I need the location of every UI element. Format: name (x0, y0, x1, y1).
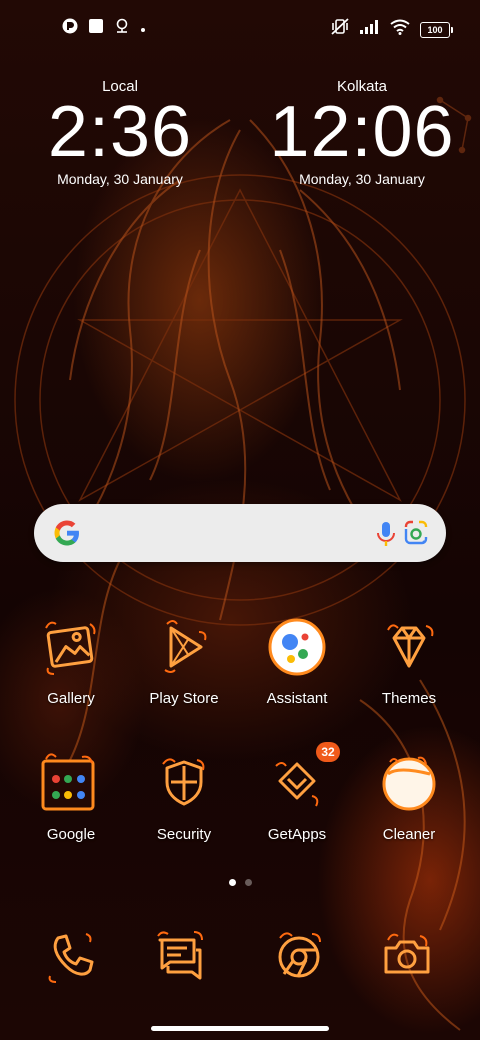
app-label: Cleaner (382, 826, 436, 843)
google-logo-icon (52, 518, 82, 553)
dock-phone[interactable] (40, 926, 102, 988)
home-gesture-bar[interactable] (151, 1026, 329, 1031)
signal-icon (360, 20, 380, 39)
square-notification-icon (88, 18, 104, 39)
wifi-icon (390, 19, 410, 40)
security-shield-icon (153, 752, 215, 814)
app-getapps[interactable]: 32 GetApps (242, 742, 352, 843)
clock-date: Monday, 30 January (299, 171, 425, 187)
lens-camera-icon[interactable] (402, 520, 430, 551)
app-security[interactable]: Security (129, 752, 239, 843)
app-notification-icon (62, 18, 78, 39)
app-label: Themes (381, 690, 437, 707)
app-label: Google (46, 826, 96, 843)
google-folder-icon (40, 752, 102, 814)
app-label: Play Store (149, 690, 219, 707)
dock-camera[interactable] (376, 926, 438, 988)
app-play-store[interactable]: Play Store (129, 616, 239, 707)
page-dot-1[interactable] (228, 879, 236, 886)
google-search-bar[interactable] (34, 504, 446, 562)
app-label: Security (156, 826, 212, 843)
dock-messages[interactable] (150, 926, 212, 988)
app-label: Assistant (266, 690, 328, 707)
phone-icon (40, 933, 102, 992)
battery-icon: 100 (420, 21, 453, 38)
app-label: GetApps (267, 826, 327, 843)
dot-icon (140, 20, 146, 38)
location-icon (114, 18, 130, 39)
clock-time: 2:36 (47, 92, 193, 172)
app-label: Gallery (47, 690, 95, 707)
themes-diamond-icon (378, 616, 440, 678)
dock-chrome[interactable] (268, 926, 330, 988)
getapps-icon: 32 (266, 742, 340, 814)
assistant-icon (266, 616, 328, 678)
chrome-icon (268, 932, 330, 992)
status-bar: 100 (0, 0, 480, 56)
messages-icon (150, 931, 212, 992)
play-store-icon (153, 616, 215, 678)
page-dot-2[interactable] (244, 879, 252, 886)
clock-kolkata-widget[interactable]: Kolkata 12:06 Monday, 30 January (262, 78, 462, 187)
clock-date: Monday, 30 January (57, 171, 183, 187)
microphone-icon[interactable] (376, 521, 396, 552)
notification-badge: 32 (316, 742, 340, 762)
app-assistant[interactable]: Assistant (242, 616, 352, 707)
app-gallery[interactable]: Gallery (16, 616, 126, 707)
app-google-folder[interactable]: Google (16, 752, 126, 843)
mute-vibrate-icon (330, 18, 350, 41)
cleaner-icon (378, 752, 440, 814)
page-indicator[interactable] (0, 879, 480, 886)
app-cleaner[interactable]: Cleaner (354, 752, 464, 843)
camera-icon (376, 933, 438, 992)
clock-local-widget[interactable]: Local 2:36 Monday, 30 January (20, 78, 220, 187)
clock-time: 12:06 (269, 92, 455, 172)
gallery-icon (40, 616, 102, 678)
app-themes[interactable]: Themes (354, 616, 464, 707)
battery-level: 100 (427, 24, 443, 35)
